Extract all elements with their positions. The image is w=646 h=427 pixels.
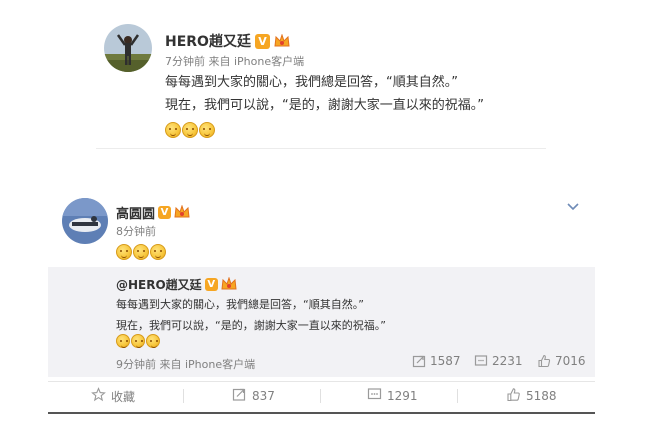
- comment-action-count: 1291: [387, 389, 418, 403]
- verified-v-icon[interactable]: V: [204, 278, 218, 291]
- crown-badge-icon[interactable]: [174, 204, 190, 220]
- emoji-row: [116, 334, 161, 348]
- favorite-button[interactable]: 收藏: [91, 387, 135, 405]
- action-separator: [457, 389, 458, 403]
- like-count[interactable]: 7016: [537, 354, 586, 368]
- comment-count-value: 2231: [492, 354, 523, 368]
- avatar[interactable]: [62, 198, 108, 244]
- comment-count[interactable]: 2231: [474, 354, 523, 368]
- comment-icon: [474, 354, 488, 368]
- crown-badge-icon[interactable]: [221, 276, 237, 292]
- post-meta[interactable]: 8分钟前: [116, 223, 156, 239]
- repost-action-count: 837: [252, 389, 275, 403]
- thumbs-up-icon: [537, 354, 551, 368]
- emoji-icon: [133, 244, 149, 260]
- comment-button[interactable]: 1291: [367, 387, 418, 405]
- repost-icon: [232, 387, 247, 405]
- emoji-icon: [116, 244, 132, 260]
- emoji-icon: [199, 122, 215, 138]
- emoji-icon: [131, 334, 145, 348]
- like-button[interactable]: 5188: [506, 387, 557, 405]
- repost-author[interactable]: @HERO趙又廷: [116, 276, 202, 293]
- repost-count-value: 1587: [430, 354, 461, 368]
- repost-text-line-1: 每每遇到大家的關心，我們總是回答，“順其自然。”: [116, 298, 364, 311]
- author-name[interactable]: HERO趙又廷: [165, 31, 251, 51]
- action-bar-bottom-divider: [48, 412, 595, 414]
- emoji-row: [165, 122, 216, 138]
- crown-badge-icon[interactable]: [274, 32, 290, 49]
- author-name[interactable]: 高圆圆: [116, 203, 155, 222]
- emoji-icon: [150, 244, 166, 260]
- emoji-icon: [182, 122, 198, 138]
- verified-v-icon[interactable]: V: [158, 206, 172, 219]
- verified-v-icon[interactable]: V: [254, 33, 270, 49]
- action-bar-top-divider: [48, 381, 595, 382]
- like-action-count: 5188: [526, 389, 557, 403]
- emoji-row: [116, 244, 167, 260]
- like-count-value: 7016: [555, 354, 586, 368]
- avatar[interactable]: [104, 24, 152, 72]
- favorite-label: 收藏: [111, 389, 136, 404]
- thumbs-up-icon: [506, 387, 521, 405]
- chevron-down-icon[interactable]: [566, 196, 580, 211]
- action-separator: [183, 389, 184, 403]
- repost-count[interactable]: 1587: [412, 354, 461, 368]
- emoji-icon: [116, 334, 130, 348]
- repost-text-line-2: 現在，我們可以說，“是的，謝謝大家一直以來的祝福。”: [116, 319, 386, 332]
- action-separator: [320, 389, 321, 403]
- post-text-line-2: 現在，我們可以說，“是的，謝謝大家一直以來的祝福。”: [165, 98, 484, 113]
- star-icon: [91, 387, 106, 405]
- post-divider: [96, 148, 546, 149]
- comment-icon: [367, 387, 382, 405]
- emoji-icon: [146, 334, 160, 348]
- post-meta[interactable]: 7分钟前 来自 iPhone客户端: [165, 53, 304, 69]
- repost-icon: [412, 354, 426, 368]
- repost-button[interactable]: 837: [232, 387, 275, 405]
- repost-meta[interactable]: 9分钟前 来自 iPhone客户端: [116, 356, 255, 372]
- post-text-line-1: 每每遇到大家的關心，我們總是回答，“順其自然。”: [165, 75, 458, 90]
- emoji-icon: [165, 122, 181, 138]
